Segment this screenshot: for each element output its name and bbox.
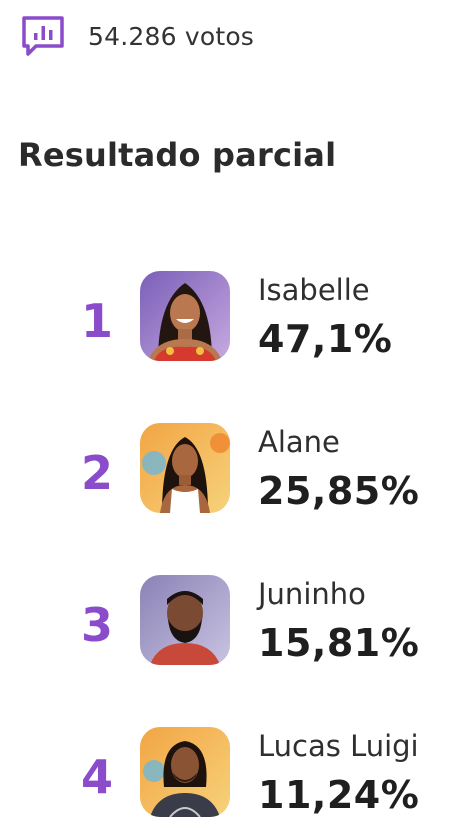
result-item-isabelle: 1 Isabelle 47,1% — [0, 271, 474, 371]
result-item-juninho: 3 Juninho 15,81% — [0, 575, 474, 675]
result-item-lucas-luigi: 4 Lucas Luigi 11,24% — [0, 727, 474, 827]
participant-photo-icon — [140, 575, 230, 665]
rank-number: 4 — [80, 750, 113, 804]
participant-name: Lucas Luigi — [258, 729, 419, 763]
participant-name: Juninho — [258, 577, 366, 611]
results-list: 1 Isabelle 47,1% 2 Alane 25,85% 3 Juninh… — [0, 0, 474, 840]
participant-name: Isabelle — [258, 273, 370, 307]
rank-number: 2 — [80, 446, 113, 500]
result-item-alane: 2 Alane 25,85% — [0, 423, 474, 523]
rank-number: 3 — [80, 598, 113, 652]
vote-percentage: 47,1% — [258, 317, 393, 361]
participant-photo-icon — [140, 271, 230, 361]
participant-name: Alane — [258, 425, 340, 459]
participant-photo-icon — [140, 423, 230, 513]
rank-number: 1 — [80, 294, 113, 348]
vote-percentage: 11,24% — [258, 773, 420, 817]
participant-photo-icon — [140, 727, 230, 817]
vote-percentage: 25,85% — [258, 469, 420, 513]
vote-percentage: 15,81% — [258, 621, 420, 665]
